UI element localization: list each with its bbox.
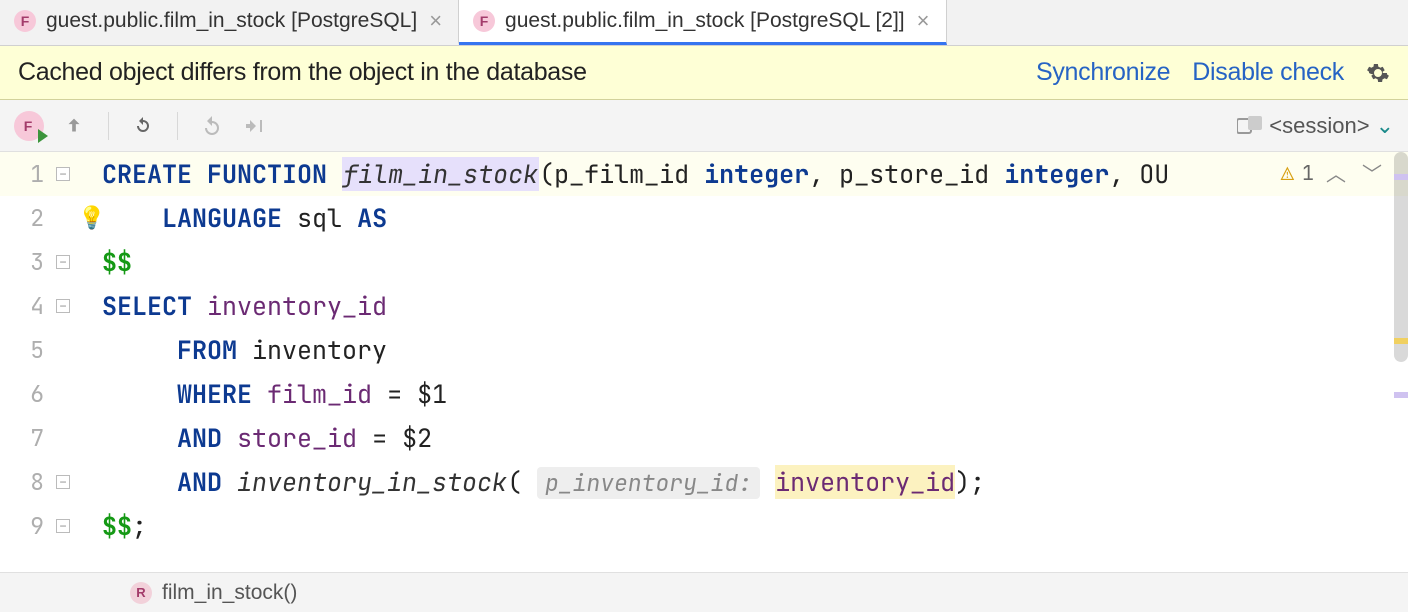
tab-file-1[interactable]: F guest.public.film_in_stock [PostgreSQL… <box>0 0 459 45</box>
separator <box>108 112 109 140</box>
synchronize-link[interactable]: Synchronize <box>1036 58 1170 87</box>
banner-message: Cached object differs from the object in… <box>18 58 1014 87</box>
line-number: 3 <box>0 240 56 284</box>
error-stripe[interactable] <box>1394 152 1408 572</box>
line-number: 4 <box>0 284 56 328</box>
marker[interactable] <box>1394 338 1408 344</box>
chevron-down-icon: ⌄ <box>1376 113 1394 139</box>
line-number: 1 <box>0 152 56 196</box>
line-number: 9 <box>0 504 56 548</box>
marker[interactable] <box>1394 174 1408 180</box>
chevron-down-icon[interactable]: ﹀ <box>1358 158 1386 187</box>
marker[interactable] <box>1394 392 1408 398</box>
line-number: 2 <box>0 196 56 240</box>
routine-icon: R <box>130 582 152 604</box>
editor-toolbar: F <session> ⌄ <box>0 100 1408 152</box>
disable-check-link[interactable]: Disable check <box>1192 58 1344 87</box>
function-icon: F <box>14 10 36 32</box>
close-icon[interactable]: × <box>427 8 444 34</box>
code-area[interactable]: CREATE FUNCTION film_in_stock(p_film_id … <box>102 152 1408 572</box>
scrollbar-thumb[interactable] <box>1394 152 1408 362</box>
run-button[interactable]: F <box>14 111 44 141</box>
warning-icon: ⚠ <box>1281 158 1294 187</box>
step-icon[interactable] <box>242 112 270 140</box>
code-editor[interactable]: 1− 2💡 3− 4− 5 6 7 8− 9− CREATE FUNCTION … <box>0 152 1408 572</box>
gear-icon[interactable] <box>1366 61 1390 85</box>
close-icon[interactable]: × <box>915 8 932 34</box>
breadcrumb-text[interactable]: film_in_stock() <box>162 581 297 605</box>
breadcrumb-bar: R film_in_stock() <box>0 572 1408 612</box>
line-number: 8 <box>0 460 56 504</box>
fold-icon[interactable]: − <box>56 167 70 181</box>
line-number: 5 <box>0 328 56 372</box>
fold-icon[interactable]: − <box>56 299 70 313</box>
warning-count: 1 <box>1302 160 1314 186</box>
line-number: 7 <box>0 416 56 460</box>
fold-icon[interactable]: − <box>56 475 70 489</box>
undo-icon[interactable] <box>198 112 226 140</box>
chevron-up-icon[interactable]: ︿ <box>1322 158 1350 187</box>
notification-banner: Cached object differs from the object in… <box>0 46 1408 100</box>
session-icon <box>1237 116 1263 136</box>
separator <box>177 112 178 140</box>
parameter-hint: p_inventory_id: <box>537 467 760 499</box>
editor-tabs: F guest.public.film_in_stock [PostgreSQL… <box>0 0 1408 46</box>
fold-icon[interactable]: − <box>56 519 70 533</box>
gutter: 1− 2💡 3− 4− 5 6 7 8− 9− <box>0 152 102 572</box>
tab-label: guest.public.film_in_stock [PostgreSQL [… <box>505 9 905 33</box>
session-selector[interactable]: <session> ⌄ <box>1237 113 1394 139</box>
fold-icon[interactable]: − <box>56 255 70 269</box>
inspection-badge[interactable]: ⚠ 1 ︿ ﹀ <box>1281 158 1386 187</box>
upload-icon[interactable] <box>60 112 88 140</box>
session-label: <session> <box>1269 113 1369 139</box>
tab-label: guest.public.film_in_stock [PostgreSQL] <box>46 9 417 33</box>
line-number: 6 <box>0 372 56 416</box>
tab-file-2[interactable]: F guest.public.film_in_stock [PostgreSQL… <box>459 0 946 45</box>
refresh-icon[interactable] <box>129 112 157 140</box>
function-icon: F <box>473 10 495 32</box>
